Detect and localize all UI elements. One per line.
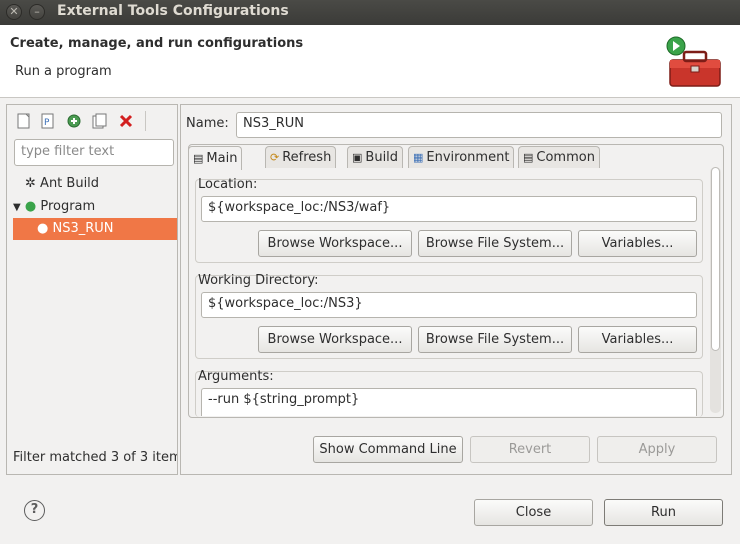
tab-label: Common xyxy=(536,150,595,165)
configurations-tree-panel: P type filter text ✲ Ant Build ▼ ● Progr… xyxy=(6,104,178,475)
tree-item-label: Ant Build xyxy=(40,176,100,191)
tab-label: Build xyxy=(365,150,399,165)
configuration-editor-panel: Name: NS3_RUN ▤ Main ⟳ Refresh ▣ Build ▦… xyxy=(180,104,732,475)
working-directory-field[interactable]: ${workspace_loc:/NS3} xyxy=(201,292,697,318)
close-window-button[interactable]: ✕ xyxy=(6,4,22,20)
tab-label: Environment xyxy=(426,150,510,165)
tab-label: Main xyxy=(206,151,238,166)
tab-container: ▤ Main ⟳ Refresh ▣ Build ▦ Environment ▤… xyxy=(188,144,724,418)
tab-refresh[interactable]: ⟳ Refresh xyxy=(265,146,337,168)
help-icon[interactable]: ? xyxy=(24,500,45,521)
toolbox-icon xyxy=(666,36,721,87)
header-title: Create, manage, and run configurations xyxy=(10,36,304,51)
location-browse-filesystem-button[interactable]: Browse File System... xyxy=(418,230,572,257)
tree-item-ant-build[interactable]: ✲ Ant Build xyxy=(25,173,99,195)
working-directory-variables-button[interactable]: Variables... xyxy=(578,326,697,353)
arguments-label: Arguments: xyxy=(198,369,274,384)
program-icon: ● xyxy=(24,199,37,214)
working-directory-group: Working Directory: ${workspace_loc:/NS3}… xyxy=(195,273,703,359)
filter-status: Filter matched 3 of 3 items xyxy=(13,450,177,465)
close-button[interactable]: Close xyxy=(474,499,593,526)
delete-configuration-icon[interactable] xyxy=(117,112,135,130)
scrollbar-thumb[interactable] xyxy=(711,167,720,351)
tree-item-label: NS3_RUN xyxy=(52,221,114,236)
location-browse-workspace-button[interactable]: Browse Workspace... xyxy=(258,230,412,257)
header-subtitle: Run a program xyxy=(15,64,112,79)
arguments-field[interactable]: --run ${string_prompt} xyxy=(201,388,697,416)
location-group: Location: ${workspace_loc:/NS3/waf} Brow… xyxy=(195,177,703,263)
common-icon: ▤ xyxy=(523,151,534,164)
toolbar-separator xyxy=(145,111,146,131)
tab-build[interactable]: ▣ Build xyxy=(347,146,404,168)
refresh-icon: ⟳ xyxy=(270,151,280,164)
name-label: Name: xyxy=(186,116,229,131)
dialog-header: Create, manage, and run configurations R… xyxy=(0,25,740,98)
working-directory-browse-workspace-button[interactable]: Browse Workspace... xyxy=(258,326,412,353)
location-variables-button[interactable]: Variables... xyxy=(578,230,697,257)
arguments-group: Arguments: --run ${string_prompt} xyxy=(195,369,703,417)
apply-button[interactable]: Apply xyxy=(597,436,717,463)
main-tab-icon: ▤ xyxy=(193,152,204,165)
tab-environment[interactable]: ▦ Environment xyxy=(408,146,515,168)
run-config-icon: ● xyxy=(37,221,49,236)
tree-item-label: Program xyxy=(40,199,96,214)
tab-main[interactable]: ▤ Main xyxy=(188,146,243,170)
svg-text:P: P xyxy=(44,118,50,128)
title-bar: ✕ – External Tools Configurations xyxy=(0,0,740,25)
minimize-window-button[interactable]: – xyxy=(29,4,45,20)
tree-item-ns3-run[interactable]: ● NS3_RUN xyxy=(13,218,177,240)
environment-icon: ▦ xyxy=(413,151,424,164)
location-field[interactable]: ${workspace_loc:/NS3/waf} xyxy=(201,196,697,222)
location-label: Location: xyxy=(198,177,258,192)
tab-common[interactable]: ▤ Common xyxy=(518,146,600,168)
tree-item-program[interactable]: ▼ ● Program xyxy=(13,196,95,218)
working-directory-browse-filesystem-button[interactable]: Browse File System... xyxy=(418,326,572,353)
revert-button[interactable]: Revert xyxy=(470,436,590,463)
new-prototype-icon[interactable]: P xyxy=(39,112,57,130)
filter-input[interactable]: type filter text xyxy=(14,139,174,166)
working-directory-label: Working Directory: xyxy=(198,273,319,288)
ant-icon: ✲ xyxy=(25,176,36,191)
export-configuration-icon[interactable] xyxy=(65,112,83,130)
build-icon: ▣ xyxy=(352,151,363,164)
window-title: External Tools Configurations xyxy=(57,3,289,19)
run-button[interactable]: Run xyxy=(604,499,723,526)
name-field[interactable]: NS3_RUN xyxy=(236,112,722,138)
show-command-line-button[interactable]: Show Command Line xyxy=(313,436,463,463)
new-configuration-icon[interactable] xyxy=(15,112,33,130)
duplicate-configuration-icon[interactable] xyxy=(91,112,109,130)
expand-arrow-icon[interactable]: ▼ xyxy=(13,202,21,213)
tab-label: Refresh xyxy=(282,150,332,165)
